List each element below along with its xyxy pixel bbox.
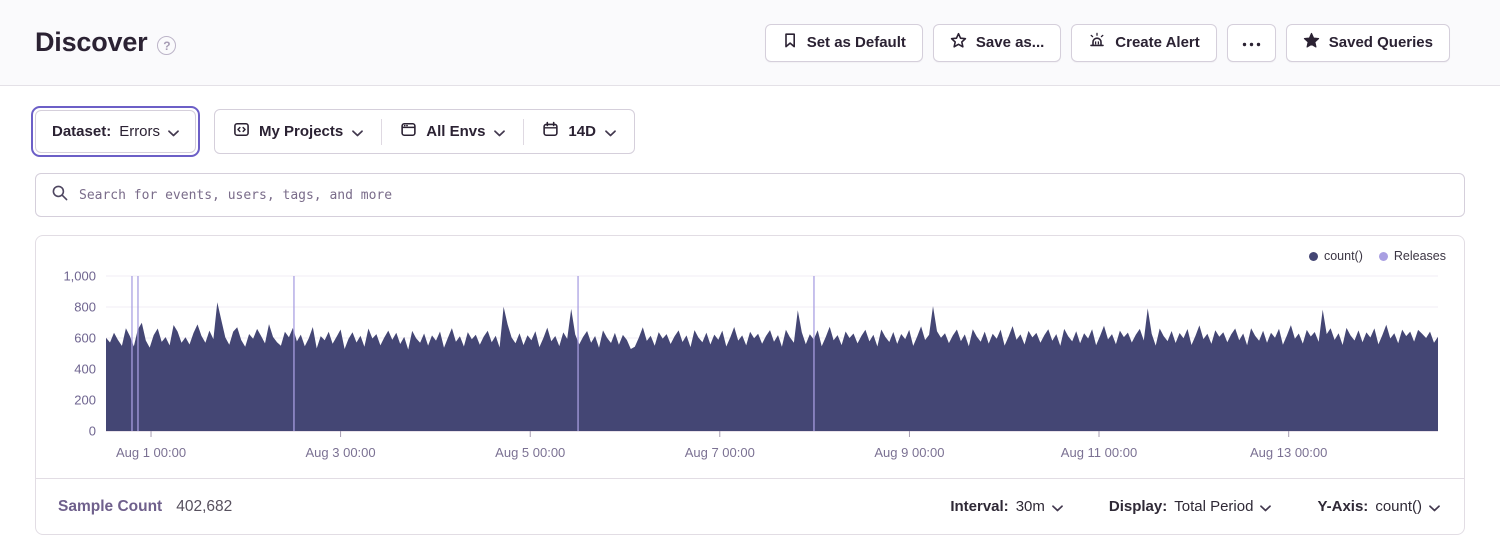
bookmark-icon (782, 32, 798, 53)
chevron-down-icon (352, 124, 363, 141)
yaxis-value: count() (1375, 498, 1422, 515)
interval-dropdown[interactable]: Interval: 30m (950, 497, 1063, 516)
count-series-dot (1309, 252, 1318, 261)
svg-text:Aug 11 00:00: Aug 11 00:00 (1061, 445, 1137, 460)
yaxis-dropdown[interactable]: Y-Axis: count() (1317, 497, 1440, 516)
chevron-down-icon (494, 124, 505, 141)
button-label: Create Alert (1115, 34, 1199, 51)
svg-text:800: 800 (74, 300, 96, 315)
svg-text:Aug 7 00:00: Aug 7 00:00 (685, 445, 755, 460)
svg-text:Aug 13 00:00: Aug 13 00:00 (1250, 445, 1327, 460)
svg-text:Aug 9 00:00: Aug 9 00:00 (874, 445, 944, 460)
svg-text:Aug 3 00:00: Aug 3 00:00 (306, 445, 376, 460)
dataset-dropdown[interactable]: Dataset: Errors (35, 110, 196, 153)
legend-label: count() (1324, 249, 1363, 263)
header-actions: Set as Default Save as... (765, 24, 1450, 62)
display-label: Display: (1109, 498, 1167, 515)
ellipsis-icon (1242, 34, 1261, 51)
button-label: Save as... (976, 34, 1044, 51)
date-range-dropdown[interactable]: 14D (524, 110, 634, 153)
environments-dropdown[interactable]: All Envs (382, 110, 523, 153)
chart-footer: Sample Count 402,682 Interval: 30m Displ… (35, 478, 1465, 535)
svg-text:Aug 1 00:00: Aug 1 00:00 (116, 445, 186, 460)
page-header: Discover ? Set as Default Save as... (0, 0, 1500, 86)
display-value: Total Period (1174, 498, 1253, 515)
projects-value: My Projects (259, 123, 343, 140)
interval-value: 30m (1016, 498, 1045, 515)
releases-series-dot (1379, 252, 1388, 261)
page-filter-group: My Projects All Envs (214, 109, 635, 154)
button-label: Saved Queries (1329, 34, 1433, 51)
display-dropdown[interactable]: Display: Total Period (1109, 497, 1272, 516)
siren-icon (1088, 32, 1106, 54)
chevron-down-icon (168, 124, 179, 141)
create-alert-button[interactable]: Create Alert (1071, 24, 1216, 62)
sample-count: Sample Count 402,682 (58, 498, 232, 516)
save-as-button[interactable]: Save as... (933, 24, 1061, 62)
svg-text:400: 400 (74, 362, 96, 377)
sample-count-value: 402,682 (176, 498, 232, 516)
environments-value: All Envs (426, 123, 485, 140)
svg-text:Aug 5 00:00: Aug 5 00:00 (495, 445, 565, 460)
svg-text:200: 200 (74, 393, 96, 408)
legend-item-count[interactable]: count() (1309, 249, 1363, 263)
star-outline-icon (950, 32, 967, 53)
date-range-value: 14D (568, 123, 596, 140)
sample-count-label: Sample Count (58, 498, 162, 516)
chevron-down-icon (1429, 499, 1440, 516)
page-title: Discover (35, 27, 147, 58)
saved-queries-button[interactable]: Saved Queries (1286, 24, 1450, 62)
filter-bar: Dataset: Errors My Projects (31, 106, 635, 157)
search-input[interactable] (79, 188, 1449, 203)
dataset-value: Errors (119, 123, 160, 140)
more-options-button[interactable] (1227, 24, 1276, 62)
chevron-down-icon (1052, 499, 1063, 516)
svg-text:0: 0 (89, 424, 96, 439)
legend-label: Releases (1394, 249, 1446, 263)
star-filled-icon (1303, 32, 1320, 53)
dataset-highlight-ring: Dataset: Errors (31, 106, 200, 157)
chart-svg[interactable]: 0 200 400 600 800 1,000 Aug 1 00:00 Aug 3 00:00… (36, 236, 1464, 477)
chevron-down-icon (605, 124, 616, 141)
chart-panel: count() Releases 0 200 400 600 800 1,000 Aug 1… (35, 235, 1465, 478)
yaxis-label: Y-Axis: (1317, 498, 1368, 515)
projects-dropdown[interactable]: My Projects (215, 110, 381, 153)
search-icon (51, 184, 69, 207)
project-icon (233, 121, 250, 142)
chart-legend: count() Releases (1309, 249, 1446, 263)
chart-controls: Interval: 30m Display: Total Period Y-Ax… (950, 497, 1442, 516)
calendar-icon (542, 121, 559, 142)
chevron-down-icon (1260, 499, 1271, 516)
dataset-label: Dataset: (52, 123, 111, 140)
svg-text:600: 600 (74, 331, 96, 346)
search-bar (35, 173, 1465, 217)
window-icon (400, 121, 417, 142)
legend-item-releases[interactable]: Releases (1379, 249, 1446, 263)
help-icon[interactable]: ? (157, 36, 176, 55)
button-label: Set as Default (807, 34, 906, 51)
set-as-default-button[interactable]: Set as Default (765, 24, 923, 62)
interval-label: Interval: (950, 498, 1008, 515)
svg-text:1,000: 1,000 (63, 269, 96, 284)
